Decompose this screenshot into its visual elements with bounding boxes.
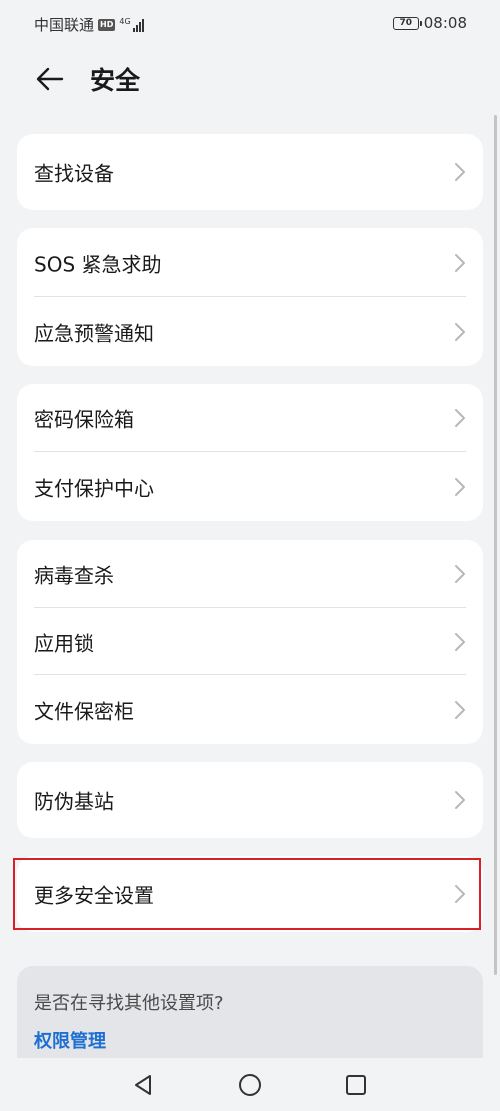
- row-label: 文件保密柜: [34, 699, 134, 723]
- triangle-back-icon[interactable]: [130, 1072, 156, 1098]
- chevron-right-icon: [455, 163, 465, 181]
- row-emergency-alerts[interactable]: 应急预警通知: [17, 297, 483, 366]
- circle-home-icon[interactable]: [237, 1072, 263, 1098]
- suggestion-title: 是否在寻找其他设置项?: [34, 993, 224, 1014]
- row-label: 防伪基站: [34, 789, 114, 814]
- square-recents-icon[interactable]: [343, 1072, 369, 1098]
- row-app-lock[interactable]: 应用锁: [17, 608, 483, 675]
- settings-card: 更多安全设置: [17, 856, 483, 932]
- title-bar: 安全: [0, 55, 500, 105]
- chevron-right-icon: [455, 565, 465, 583]
- settings-card: 病毒查杀 应用锁 文件保密柜: [17, 540, 483, 744]
- status-right: 70 08:08: [392, 14, 467, 32]
- row-label: 病毒查杀: [34, 563, 114, 588]
- hd-badge: HD: [98, 18, 116, 31]
- clock: 08:08: [423, 14, 467, 32]
- chevron-right-icon: [455, 322, 465, 341]
- chevron-right-icon: [455, 885, 465, 903]
- arrow-left-icon[interactable]: [34, 63, 66, 95]
- row-label: 更多安全设置: [34, 883, 154, 908]
- suggestion-card: 是否在寻找其他设置项? 权限管理: [17, 966, 483, 1061]
- carrier-info: 中国联通 HD 4G: [34, 14, 144, 35]
- page-title: 安全: [90, 66, 141, 95]
- network-type: 4G: [119, 16, 131, 26]
- chevron-right-icon: [455, 632, 465, 651]
- status-bar: 中国联通 HD 4G 70 08:08: [0, 0, 500, 48]
- row-label: 支付保护中心: [34, 476, 154, 500]
- carrier-name: 中国联通: [34, 16, 95, 34]
- row-label: 应用锁: [34, 631, 94, 655]
- row-label: 应急预警通知: [34, 321, 154, 345]
- chevron-right-icon: [455, 409, 465, 427]
- row-sos[interactable]: SOS 紧急求助: [17, 228, 483, 297]
- row-password-vault[interactable]: 密码保险箱: [17, 384, 483, 452]
- row-find-device[interactable]: 查找设备: [17, 134, 483, 210]
- chevron-right-icon: [455, 700, 465, 719]
- scrollbar[interactable]: [494, 115, 497, 975]
- row-label: 查找设备: [34, 161, 114, 186]
- chevron-right-icon: [455, 477, 465, 496]
- row-label: SOS 紧急求助: [34, 252, 162, 276]
- row-payment-protection[interactable]: 支付保护中心: [17, 452, 483, 521]
- row-virus-scan[interactable]: 病毒查杀: [17, 540, 483, 608]
- chevron-right-icon: [455, 253, 465, 272]
- battery-icon: 70: [392, 16, 422, 30]
- permission-management-link[interactable]: 权限管理: [34, 1027, 106, 1053]
- settings-card: 查找设备: [17, 134, 483, 210]
- settings-card: 防伪基站: [17, 762, 483, 838]
- signal-icon: 4G: [119, 16, 144, 32]
- chevron-right-icon: [455, 791, 465, 809]
- row-label: 密码保险箱: [34, 407, 134, 432]
- settings-card: SOS 紧急求助 应急预警通知: [17, 228, 483, 366]
- row-fake-base-station[interactable]: 防伪基站: [17, 762, 483, 838]
- settings-card: 密码保险箱 支付保护中心: [17, 384, 483, 521]
- row-more-security-settings[interactable]: 更多安全设置: [17, 856, 483, 932]
- navigation-bar: [0, 1058, 500, 1111]
- row-file-safe[interactable]: 文件保密柜: [17, 675, 483, 744]
